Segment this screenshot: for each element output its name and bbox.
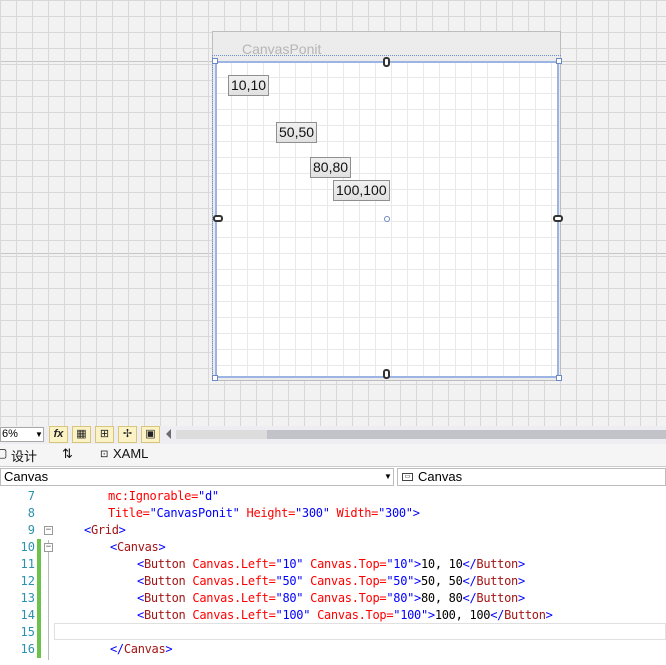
outline-guide (48, 540, 49, 660)
anchor-grip-left-icon[interactable] (213, 215, 223, 222)
guide-line-top (212, 55, 561, 56)
line-number: 14 (20, 608, 35, 622)
line-number: 13 (20, 591, 35, 605)
scroll-left-arrow-icon[interactable] (166, 429, 171, 439)
change-marker (37, 641, 41, 658)
xaml-tab-icon[interactable]: ⊡ (100, 449, 108, 460)
code-line-11[interactable]: <Button Canvas.Left="10" Canvas.Top="10"… (137, 556, 525, 573)
change-marker (37, 539, 41, 556)
change-marker (37, 590, 41, 607)
snap-grid-icon[interactable]: ⊞ (95, 426, 114, 443)
resize-handle-bottom-right[interactable] (556, 375, 562, 381)
code-line-7[interactable]: mc:Ignorable="d" (108, 488, 219, 505)
snap-lines-icon[interactable]: ✢ (118, 426, 137, 443)
fx-effects-button[interactable]: fx (49, 426, 68, 443)
element-dropdown[interactable]: Canvas (0, 468, 394, 486)
code-line-9[interactable]: <Grid> (84, 522, 126, 539)
member-dropdown[interactable]: Canvas (397, 468, 666, 486)
chevron-down-icon[interactable]: ▼ (35, 430, 43, 439)
tab-xaml[interactable]: XAML (113, 446, 148, 461)
code-line-10[interactable]: <Canvas> (110, 539, 166, 556)
resize-handle-top-right[interactable] (556, 58, 562, 64)
line-number: 11 (20, 557, 35, 571)
scrollbar-thumb[interactable] (267, 430, 666, 439)
code-line-12[interactable]: <Button Canvas.Left="50" Canvas.Top="50"… (137, 573, 525, 590)
line-number: 8 (27, 506, 35, 520)
change-marker (37, 607, 41, 624)
design-tab-icon[interactable]: ▢ (0, 446, 7, 460)
change-marker (37, 556, 41, 573)
line-number: 16 (20, 642, 35, 656)
element-icon: ▭ (402, 473, 413, 481)
collapse-icon[interactable]: − (44, 526, 53, 535)
collapse-icon[interactable]: − (44, 543, 53, 552)
canvas-button-50-50[interactable]: 50,50 (276, 122, 318, 143)
line-number: 10 (20, 540, 35, 554)
code-line-8[interactable]: Title="CanvasPonit" Height="300" Width="… (108, 505, 420, 522)
change-marker (37, 573, 41, 590)
line-number: 12 (20, 574, 35, 588)
center-point-icon (384, 216, 390, 222)
line-number: 9 (27, 523, 35, 537)
canvas-button-80-80[interactable]: 80,80 (310, 157, 352, 178)
code-line-16[interactable]: </Canvas> (110, 641, 173, 658)
anchor-grip-right-icon[interactable] (553, 215, 563, 222)
code-line-14[interactable]: <Button Canvas.Left="100" Canvas.Top="10… (137, 607, 553, 624)
change-marker (37, 624, 41, 641)
resize-handle-top-left[interactable] (212, 58, 218, 64)
anchor-grip-top-icon[interactable] (383, 57, 390, 67)
chevron-down-icon[interactable]: ▼ (384, 472, 392, 481)
code-line-13[interactable]: <Button Canvas.Left="80" Canvas.Top="80"… (137, 590, 525, 607)
project-code-icon[interactable]: ▣ (141, 426, 160, 443)
swap-panes-button[interactable]: ⇅ (62, 446, 73, 462)
resize-handle-bottom-left[interactable] (212, 375, 218, 381)
tab-design[interactable]: 设计 (11, 446, 37, 465)
grid-toggle-icon[interactable]: ▦ (72, 426, 91, 443)
canvas-button-100-100[interactable]: 100,100 (333, 180, 390, 201)
line-number: 7 (27, 489, 35, 503)
canvas-button-10-10[interactable]: 10,10 (228, 75, 270, 96)
anchor-grip-bottom-icon[interactable] (383, 369, 390, 379)
line-number: 15 (20, 625, 35, 639)
current-line-highlight (54, 623, 666, 640)
